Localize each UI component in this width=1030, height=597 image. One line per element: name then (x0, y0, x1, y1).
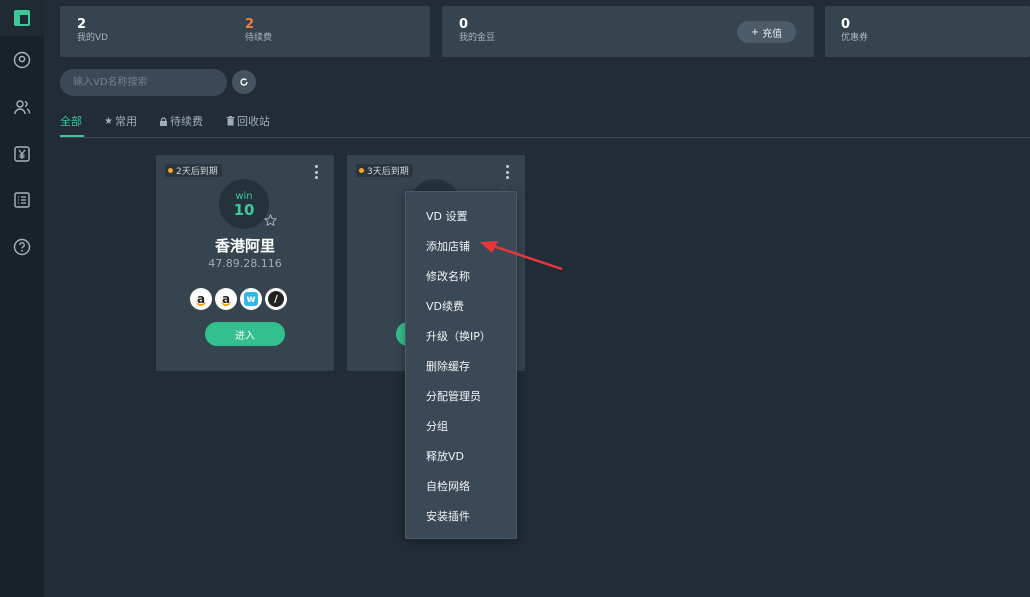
tab-favorites-label: 常用 (114, 115, 137, 128)
sidebar-item-help[interactable] (0, 229, 44, 265)
kebab-dot (505, 170, 509, 174)
tab-recycle-label: 回收站 (237, 115, 270, 128)
star-icon: ★ (104, 115, 113, 127)
menu-item-renew[interactable]: VD续费 (426, 298, 464, 314)
trash-icon (226, 116, 235, 126)
kebab-dot (505, 176, 509, 179)
tab-pending-label: 待续费 (170, 115, 203, 128)
menu-item-rename[interactable]: 修改名称 (426, 268, 470, 284)
pending-renewal-stat[interactable]: 2 待续费 (245, 18, 272, 44)
expire-text: 2天后到期 (176, 167, 218, 177)
coupons-label: 优惠券 (841, 33, 869, 43)
vd-name: 香港阿里 (214, 237, 275, 255)
my-beans-label: 我的金豆 (459, 33, 496, 43)
plus-icon: + (750, 26, 760, 38)
tabs-divider (60, 137, 1030, 138)
shopify-slash-icon[interactable]: / (265, 288, 287, 310)
warning-dot-icon (359, 168, 364, 173)
tab-pending[interactable]: 待续费 (159, 113, 203, 129)
my-vd-label: 我的VD (77, 33, 109, 43)
coupons-stat[interactable]: 0 优惠券 (841, 18, 868, 44)
menu-item-network-check[interactable]: 自检网络 (426, 478, 470, 494)
recharge-button[interactable]: + 充值 (737, 21, 796, 43)
menu-item-upgrade[interactable]: 升级（换IP） (426, 328, 491, 344)
expire-badge: 2天后到期 (165, 164, 222, 177)
menu-item-release[interactable]: 释放VD (426, 448, 464, 464)
favorite-star-icon[interactable] (264, 214, 277, 227)
my-beans-stat: 0 我的金豆 (459, 18, 495, 44)
tab-favorites[interactable]: ★ 常用 (104, 113, 137, 129)
tab-recycle[interactable]: 回收站 (226, 113, 270, 129)
sidebar (0, 0, 44, 597)
pending-renewal-count: 2 (245, 17, 255, 32)
vd-context-menu: VD 设置 添加店铺 修改名称 VD续费 升级（换IP） 删除缓存 分配管理员 … (405, 191, 517, 539)
kebab-dot (314, 170, 318, 174)
yen-icon (14, 146, 30, 162)
sidebar-item-account[interactable] (0, 42, 44, 78)
os-version: 10 (233, 200, 255, 219)
menu-item-vd-settings[interactable]: VD 设置 (426, 208, 468, 224)
sidebar-item-billing[interactable] (0, 136, 44, 172)
os-badge: win 10 (219, 179, 269, 229)
menu-item-group[interactable]: 分组 (426, 418, 448, 434)
refresh-button[interactable] (232, 70, 256, 94)
beans-card: 0 我的金豆 + 充值 (442, 6, 814, 57)
amazon-icon[interactable]: a (190, 288, 212, 310)
sidebar-item-orders[interactable] (0, 182, 44, 218)
sidebar-item-dashboard[interactable] (0, 0, 44, 36)
menu-item-install-plugin[interactable]: 安装插件 (426, 508, 470, 524)
vd-stats-card: 2 我的VD 2 待续费 (60, 6, 430, 57)
my-vd-stat[interactable]: 2 我的VD (77, 18, 108, 44)
wish-icon[interactable]: w (240, 288, 262, 310)
search-input[interactable]: 输入VD名称搜索 (60, 69, 227, 96)
tab-all[interactable]: 全部 (60, 113, 82, 129)
sidebar-item-members[interactable] (0, 89, 44, 125)
tab-all-label: 全部 (60, 115, 82, 128)
kebab-dot (314, 165, 318, 168)
refresh-icon (240, 78, 248, 86)
platform-list: a a w / (190, 288, 287, 310)
recharge-label: 充值 (762, 28, 783, 40)
user-circle-icon (13, 51, 31, 69)
lock-icon (160, 116, 167, 126)
users-icon (14, 100, 31, 115)
help-icon (13, 238, 31, 256)
vd-card: 2天后到期 win 10 香港阿里 47.89.28.116 a a w / 进… (156, 155, 334, 371)
coupons-count: 0 (841, 17, 851, 32)
vd-ip: 47.89.28.116 (208, 257, 282, 270)
menu-item-clear-cache[interactable]: 删除缓存 (426, 358, 470, 374)
more-menu-button[interactable] (504, 165, 510, 179)
warning-dot-icon (168, 168, 173, 173)
amazon-icon[interactable]: a (215, 288, 237, 310)
menu-item-assign-admin[interactable]: 分配管理员 (426, 388, 481, 404)
os-name: win (235, 190, 253, 202)
platform-letter: / (268, 291, 284, 307)
pending-renewal-label: 待续费 (245, 33, 273, 43)
coupons-card: 0 优惠券 (825, 6, 1030, 57)
list-icon (14, 192, 30, 208)
menu-item-add-store[interactable]: 添加店铺 (426, 238, 470, 254)
expire-badge: 3天后到期 (356, 164, 413, 177)
my-vd-count: 2 (77, 17, 87, 32)
kebab-dot (505, 165, 509, 168)
kebab-dot (314, 176, 318, 179)
platform-letter: w (244, 292, 258, 306)
my-beans-count: 0 (459, 17, 469, 32)
enter-button[interactable]: 进入 (205, 322, 285, 346)
expire-text: 3天后到期 (367, 167, 409, 177)
dashboard-icon (14, 10, 30, 26)
more-menu-button[interactable] (313, 165, 319, 179)
